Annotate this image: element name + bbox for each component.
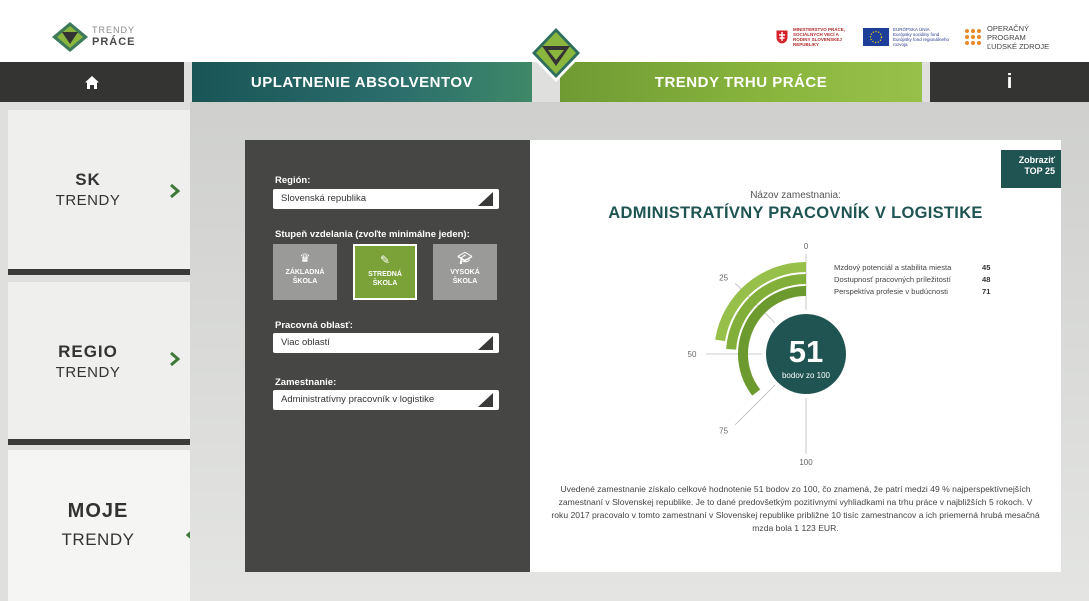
eu-logo: EURÓPSKA ÚNIA Európsky sociálny fond Eur… [863,27,953,47]
graduation-cap-icon: 🎓︎ [457,251,473,265]
score-chart: 0 25 50 75 100 Mzdový potenciál a stabilita … [688,242,992,467]
region-select[interactable]: Slovenská republika [273,189,499,209]
logo-diamond-icon [52,22,88,52]
sidebar-item-subtitle: TRENDY [55,364,121,381]
crown-icon: ♛ [299,251,311,265]
eu-text-2: Európsky sociálny fond Európsky fond reg… [893,32,950,47]
education-option-line1: ZÁKLADNÁ [285,269,325,276]
dropdown-arrow-icon [478,192,493,206]
education-label: Stupeň vzdelania (zvoľte minimálne jeden… [275,229,470,240]
result-description: Uvedené zamestnanie získalo celkové hodn… [551,484,1040,533]
education-option-zakladna[interactable]: ♛ ZÁKLADNÁ ŠKOLA [273,244,337,300]
sidebar-item-sk-trendy[interactable]: SK TRENDY [8,110,190,275]
job-label: Zamestnanie: [275,377,337,388]
app-logo[interactable]: TRENDY PRÁCE [52,22,162,56]
area-select[interactable]: Viac oblastí [273,333,499,353]
dropdown-arrow-icon [478,393,493,407]
sidebar-item-title: MOJE [67,500,129,522]
slovak-coat-of-arms-icon [775,29,789,45]
area-label: Pracovná oblasť: [275,320,353,331]
education-option-line2: ŠKOLA [452,278,478,285]
series-value-label: 48 [982,275,990,284]
chart-legend: Mzdový potenciál a stabilita miesta 45 Dos… [834,263,991,296]
show-top25-button[interactable]: Zobraziť TOP 25 [1001,150,1061,188]
home-button[interactable] [0,62,184,102]
sidebar-item-title: SK [75,170,101,189]
chevron-right-icon [170,352,180,366]
sidebar-item-regio-trendy[interactable]: REGIO TRENDY [8,282,190,445]
dropdown-arrow-icon [478,336,493,350]
filter-panel: Región: Slovenská republika Stupeň vzdel… [245,140,530,572]
op-people-icon [965,29,981,45]
result-card: Zobraziť TOP 25 Názov zamestnania: ADMIN… [530,140,1061,572]
op-line1: OPERAČNÝ PROGRAM [987,23,1030,42]
tab-uplatnenie-absolventov[interactable]: UPLATNENIE ABSOLVENTOV [192,62,532,102]
logo-line1: TRENDY [92,25,136,35]
sidebar-item-subtitle: TRENDY [61,530,135,549]
score-value: 51 [789,334,823,369]
op-line2: ĽUDSKÉ ZDROJE [987,41,1050,51]
job-select-value: Administratívny pracovník v logistike [281,394,435,405]
wrench-icon: ✎ [379,253,391,267]
education-option-line1: VYSOKÁ [450,269,480,276]
region-label: Región: [275,175,311,186]
scale-tick-label: 25 [719,274,728,283]
job-name-caption: Názov zamestnania: [750,190,841,201]
series-value-label: 45 [982,263,991,272]
chevron-right-icon [170,184,180,198]
area-select-value: Viac oblastí [281,337,330,348]
scale-tick-label: 75 [719,426,728,435]
education-option-line1: STREDNÁ [368,271,402,278]
op-logo: OPERAČNÝ PROGRAM ĽUDSKÉ ZDROJE [963,24,1057,51]
scale-tick-label: 100 [799,458,813,467]
education-option-vysoka[interactable]: 🎓︎ VYSOKÁ ŠKOLA [433,244,497,300]
education-option-line2: ŠKOLA [372,280,398,287]
eu-flag-icon [863,28,889,46]
sidebar-item-subtitle: TRENDY [55,192,121,209]
job-select[interactable]: Administratívny pracovník v logistike [273,390,499,410]
scale-tick-label: 50 [688,350,697,359]
region-select-value: Slovenská republika [281,193,367,204]
top25-line2: TOP 25 [1024,166,1055,176]
series-value-label: 71 [982,287,991,296]
ministry-logo: MINISTERSTVO PRÁCE, SOCIÁLNYCH VECÍ A RO… [775,27,853,47]
top25-line1: Zobraziť [1018,155,1055,165]
center-logo-icon [528,24,584,82]
series-name-label: Perspektíva profesie v budúcnosti [834,287,948,296]
sidebar-item-moje-trendy[interactable]: MOJE TRENDY [8,450,210,601]
job-title: ADMINISTRATÍVNY PRACOVNÍK V LOGISTIKE [608,204,983,222]
logo-line2: PRÁCE [92,36,136,48]
education-option-stredna[interactable]: ✎ STREDNÁ ŠKOLA [353,244,417,300]
scale-tick-label: 0 [804,242,809,251]
info-button[interactable]: i [930,62,1089,102]
sidebar-item-title: REGIO [58,342,118,361]
partner-logos: MINISTERSTVO PRÁCE, SOCIÁLNYCH VECÍ A RO… [775,22,1057,52]
tab-trendy-trhu-prace[interactable]: TRENDY TRHU PRÁCE [560,62,922,102]
series-name-label: Dostupnosť pracovných príležitostí [834,275,952,284]
series-name-label: Mzdový potenciál a stabilita miesta [834,263,952,272]
home-icon [85,75,99,89]
ministry-text: MINISTERSTVO PRÁCE, SOCIÁLNYCH VECÍ A RO… [793,27,846,47]
education-option-line2: ŠKOLA [292,278,318,285]
score-caption: bodov zo 100 [782,371,831,380]
